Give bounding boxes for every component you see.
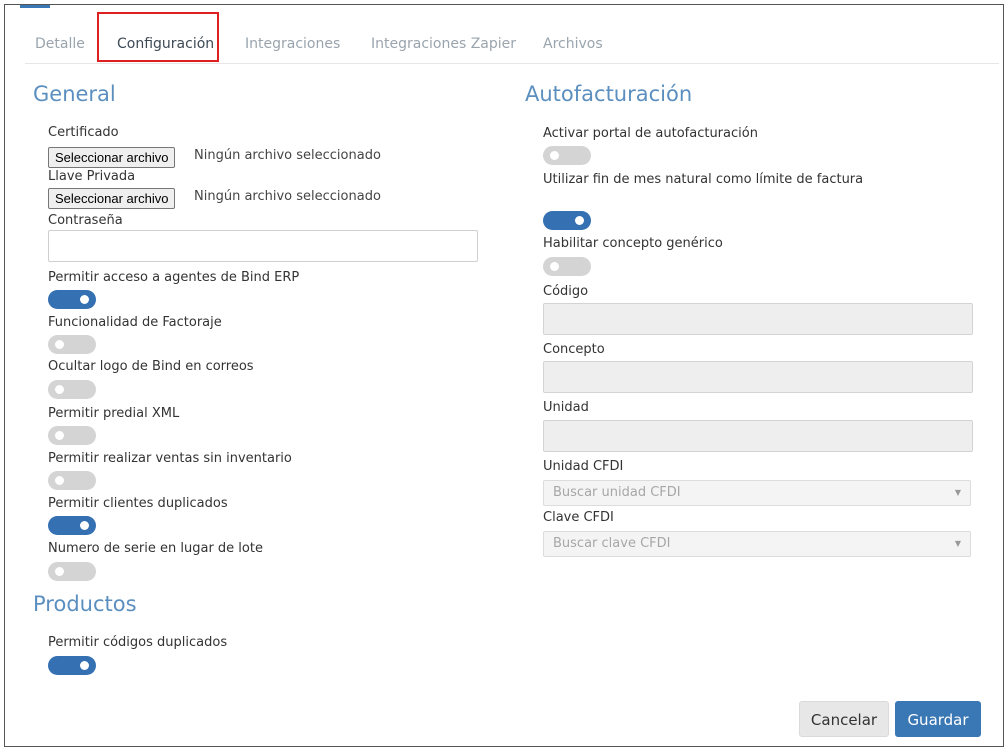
toggle-switch[interactable] [543,211,591,230]
productos-title: Productos [33,592,137,616]
toggle-knob [55,431,64,440]
toggle-label: Permitir códigos duplicados [48,635,228,650]
concepto-label: Concepto [543,342,605,357]
contrasena-input[interactable] [48,230,478,262]
toggle-switch[interactable] [48,335,96,354]
toggle-label: Habilitar concepto genérico [543,236,723,251]
unidad-cfdi-placeholder: Buscar unidad CFDI [553,485,681,500]
tab-integraciones-zapier[interactable]: Integraciones Zapier [371,27,516,61]
toggle-label: Permitir realizar ventas sin inventario [48,451,292,466]
toggle-label: Activar portal de autofacturación [543,126,758,141]
llave-file-status: Ningún archivo seleccionado [194,189,381,204]
toggle-switch[interactable] [543,146,591,165]
clave-cfdi-label: Clave CFDI [543,510,614,525]
toggle-switch[interactable] [543,257,591,276]
toggle-knob [55,476,64,485]
toggle-label: Permitir acceso a agentes de Bind ERP [48,270,300,285]
toggle-switch[interactable] [48,516,96,535]
certificado-label: Certificado [48,125,119,140]
toggle-knob [550,151,559,160]
toggle-knob [80,661,89,670]
toggle-knob [550,262,559,271]
unidad-cfdi-select[interactable]: Buscar unidad CFDI ▼ [543,480,971,506]
cancel-button[interactable]: Cancelar [799,701,889,737]
toggle-knob [55,385,64,394]
chevron-down-icon: ▼ [954,539,961,548]
toggle-switch[interactable] [48,426,96,445]
toggle-switch[interactable] [48,290,96,309]
codigo-input[interactable] [543,303,973,335]
save-button[interactable]: Guardar [895,701,981,737]
toggle-label: Permitir clientes duplicados [48,496,228,511]
unidad-cfdi-label: Unidad CFDI [543,459,624,474]
toggle-knob [80,295,89,304]
autofacturacion-title: Autofacturación [525,82,693,106]
toggle-switch[interactable] [48,380,96,399]
general-title: General [33,82,116,106]
codigo-label: Código [543,284,589,299]
clave-cfdi-placeholder: Buscar clave CFDI [553,536,671,551]
toggle-switch[interactable] [48,471,96,490]
llave-privada-label: Llave Privada [48,169,136,184]
toggle-knob [80,521,89,530]
toggle-label: Numero de serie en lugar de lote [48,541,263,556]
active-indicator [20,5,50,8]
tab-archivos[interactable]: Archivos [543,27,603,61]
certificado-file-button[interactable]: Seleccionar archivo [48,147,176,168]
clave-cfdi-select[interactable]: Buscar clave CFDI ▼ [543,531,971,557]
toggle-label: Utilizar fin de mes natural como límite … [543,172,864,187]
tab-highlight-box [97,12,219,62]
toggle-switch[interactable] [48,562,96,581]
llave-file-button[interactable]: Seleccionar archivo [48,188,176,209]
contrasena-label: Contraseña [48,213,123,228]
chevron-down-icon: ▼ [954,488,961,497]
toggle-label: Ocultar logo de Bind en correos [48,359,254,374]
toggle-label: Funcionalidad de Factoraje [48,315,222,330]
toggle-knob [55,340,64,349]
tab-detalle[interactable]: Detalle [35,27,85,61]
toggle-knob [55,567,64,576]
toggle-label: Permitir predial XML [48,406,180,421]
tab-integraciones[interactable]: Integraciones [245,27,340,61]
toggle-switch[interactable] [48,656,96,675]
concepto-input[interactable] [543,361,973,393]
toggle-knob [575,216,584,225]
certificado-file-status: Ningún archivo seleccionado [194,148,381,163]
unidad-label: Unidad [543,400,589,415]
unidad-input[interactable] [543,420,973,452]
